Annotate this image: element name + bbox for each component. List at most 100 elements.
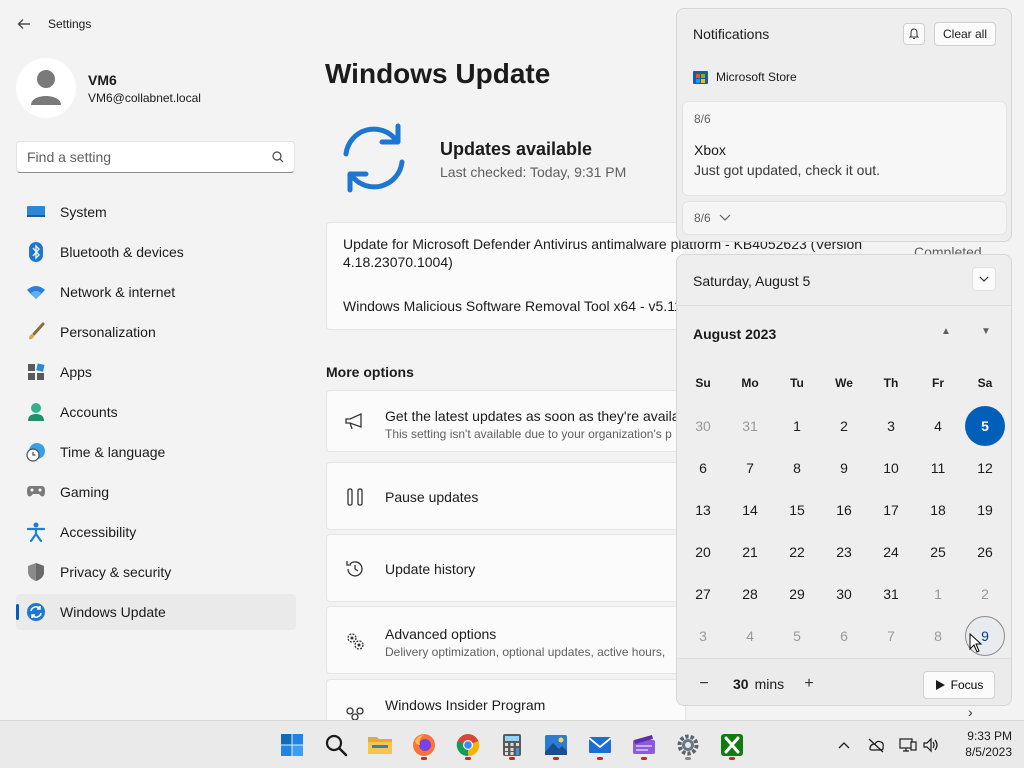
calendar-day[interactable]: 13 [683, 490, 723, 530]
calendar-day[interactable]: 3 [871, 406, 911, 446]
sidebar-item-time-language[interactable]: Time & language [16, 434, 296, 470]
sidebar-item-accessibility[interactable]: Accessibility [16, 514, 296, 550]
chrome-icon[interactable] [452, 729, 484, 761]
profile-email: VM6@collabnet.local [88, 90, 201, 105]
search-box[interactable] [16, 141, 295, 173]
calendar-day[interactable]: 5 [777, 616, 817, 656]
notification-card[interactable]: 8/6 Xbox Just got updated, check it out. [682, 101, 1007, 196]
calendar-day[interactable]: 8 [918, 616, 958, 656]
calendar-day[interactable]: 19 [965, 490, 1005, 530]
increase-focus-button[interactable]: + [798, 673, 820, 695]
calendar-day[interactable]: 26 [965, 532, 1005, 572]
search-input[interactable] [27, 149, 272, 165]
option-advanced-options[interactable]: Advanced options Delivery optimization, … [326, 606, 686, 674]
calendar-day[interactable]: 4 [730, 616, 770, 656]
avatar [16, 58, 76, 118]
calendar-day[interactable]: 23 [824, 532, 864, 572]
calendar-day[interactable]: 8 [777, 448, 817, 488]
search-icon[interactable] [320, 729, 352, 761]
start-icon[interactable] [276, 729, 308, 761]
calendar-day[interactable]: 3 [683, 616, 723, 656]
sidebar-item-system[interactable]: System [16, 194, 296, 230]
sidebar-item-privacy-security[interactable]: Privacy & security [16, 554, 296, 590]
calendar-day[interactable]: 1 [777, 406, 817, 446]
clear-all-button[interactable]: Clear all [934, 22, 996, 46]
chevron-right-icon[interactable]: › [968, 704, 973, 720]
calendar-day[interactable]: 16 [824, 490, 864, 530]
calendar-day[interactable]: 27 [683, 574, 723, 614]
calendar-day[interactable]: 6 [824, 616, 864, 656]
calendar-day[interactable]: 20 [683, 532, 723, 572]
sidebar-item-network[interactable]: Network & internet [16, 274, 296, 310]
calendar-day[interactable]: 22 [777, 532, 817, 572]
calendar-day[interactable]: 12 [965, 448, 1005, 488]
calendar-day[interactable]: 21 [730, 532, 770, 572]
microsoft-store-icon [693, 71, 708, 84]
calculator-icon[interactable] [496, 729, 528, 761]
previous-month-button[interactable]: ▲ [941, 326, 951, 337]
option-windows-insider[interactable]: Windows Insider Program [326, 679, 686, 720]
sidebar-item-bluetooth[interactable]: Bluetooth & devices [16, 234, 296, 270]
option-update-history[interactable]: Update history [326, 534, 686, 602]
calendar-collapse-button[interactable] [972, 267, 996, 291]
taskbar-clock[interactable]: 9:33 PM 8/5/2023 [952, 728, 1012, 760]
notifications-title: Notifications [693, 26, 770, 42]
notification-stack-collapsed[interactable]: 8/6 [682, 201, 1007, 235]
calendar-day[interactable]: 18 [918, 490, 958, 530]
calendar-day[interactable]: 28 [730, 574, 770, 614]
calendar-day[interactable]: 15 [777, 490, 817, 530]
calendar-day[interactable]: 5 [965, 406, 1005, 446]
calendar-month-label[interactable]: August 2023 [693, 326, 776, 342]
file-explorer-icon[interactable] [364, 729, 396, 761]
next-month-button[interactable]: ▼ [981, 326, 991, 337]
calendar-day[interactable]: 11 [918, 448, 958, 488]
calendar-day[interactable]: 4 [918, 406, 958, 446]
xbox-icon[interactable] [716, 729, 748, 761]
sidebar-item-gaming[interactable]: Gaming [16, 474, 296, 510]
settings-icon[interactable] [672, 729, 704, 761]
calendar-day[interactable]: 14 [730, 490, 770, 530]
calendar-day[interactable]: 9 [824, 448, 864, 488]
notification-body: Just got updated, check it out. [694, 162, 881, 178]
back-button[interactable] [0, 0, 48, 48]
sidebar-item-windows-update[interactable]: Windows Update [16, 594, 296, 630]
volume-icon[interactable] [921, 735, 941, 755]
photos-icon[interactable] [540, 729, 572, 761]
calendar-day[interactable]: 25 [918, 532, 958, 572]
calendar-day[interactable]: 7 [871, 616, 911, 656]
calendar-day[interactable]: 24 [871, 532, 911, 572]
do-not-disturb-button[interactable] [903, 23, 925, 45]
shield-icon [26, 562, 46, 582]
show-hidden-icons-chevron-up-icon[interactable] [834, 735, 854, 755]
calendar-day[interactable]: 30 [824, 574, 864, 614]
calendar-day[interactable]: 1 [918, 574, 958, 614]
sidebar-item-accounts[interactable]: Accounts [16, 394, 296, 430]
calendar-day[interactable]: 7 [730, 448, 770, 488]
pause-icon [343, 485, 367, 509]
sidebar-item-label: Apps [60, 364, 92, 380]
sidebar-item-label: Bluetooth & devices [60, 244, 184, 260]
weekday-header: Su [695, 376, 711, 390]
calendar-day[interactable]: 17 [871, 490, 911, 530]
decrease-focus-button[interactable]: − [693, 673, 715, 695]
calendar-day[interactable]: 6 [683, 448, 723, 488]
calendar-day[interactable]: 2 [824, 406, 864, 446]
calendar-day[interactable]: 31 [730, 406, 770, 446]
network-disconnected-icon[interactable] [866, 735, 886, 755]
option-pause-updates[interactable]: Pause updates [326, 462, 686, 530]
calendar-day[interactable]: 31 [871, 574, 911, 614]
focus-button[interactable]: Focus [923, 671, 995, 699]
sidebar-nav: System Bluetooth & devices Network & int… [16, 194, 296, 634]
calendar-day[interactable]: 2 [965, 574, 1005, 614]
user-profile[interactable]: VM6 VM6@collabnet.local [16, 58, 201, 118]
firefox-icon[interactable] [408, 729, 440, 761]
calendar-day[interactable]: 30 [683, 406, 723, 446]
display-icon[interactable] [898, 735, 918, 755]
clipchamp-icon[interactable] [628, 729, 660, 761]
calendar-day[interactable]: 29 [777, 574, 817, 614]
sidebar-item-apps[interactable]: Apps [16, 354, 296, 390]
calendar-day[interactable]: 10 [871, 448, 911, 488]
option-get-latest-updates[interactable]: Get the latest updates as soon as they'r… [326, 390, 687, 452]
mail-icon[interactable] [584, 729, 616, 761]
sidebar-item-personalization[interactable]: Personalization [16, 314, 296, 350]
